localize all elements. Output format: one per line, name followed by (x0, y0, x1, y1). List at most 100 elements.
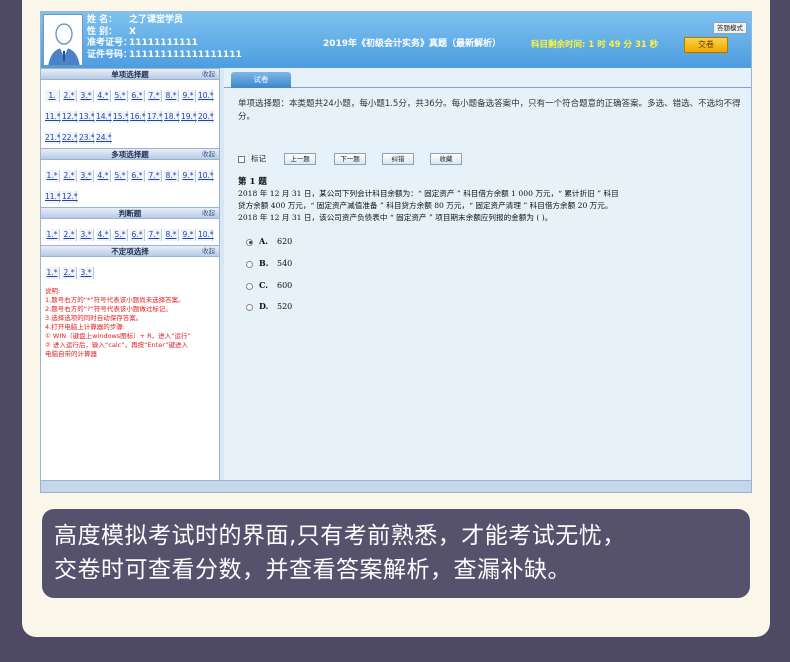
question-link[interactable]: 20.* (198, 111, 214, 123)
instruction-line: 3.选择选项的同时自动保存答案。 (45, 314, 143, 322)
question-link[interactable]: 5.* (113, 90, 128, 102)
question-grid: 1.* 2.* 3.* (41, 257, 219, 283)
section-header: 单项选择题 收起 (41, 68, 219, 80)
candidate-info: 姓 名： 之了课堂学员 性 别： X 准考证号：11111111111 证件号码：1… (87, 15, 242, 61)
question-link[interactable]: 10.* (198, 229, 214, 241)
question-link[interactable]: 3.* (79, 267, 94, 279)
candidate-avatar (43, 14, 83, 66)
question-link[interactable]: 2.* (62, 229, 77, 241)
option-radio[interactable] (246, 282, 253, 290)
question-link[interactable]: 7.* (147, 170, 162, 182)
question-link[interactable]: 1.* (45, 170, 60, 182)
name-label: 姓 名： (87, 15, 118, 25)
question-link[interactable]: 2.* (62, 267, 77, 279)
section-title: 判断题 (118, 209, 142, 218)
question-link[interactable]: 9.* (181, 90, 196, 102)
question-grid: 1. 2.* 3.* 4.* 5.* 6.* 7.* 8.* 9.* 10.* 11.*12.*13… (41, 80, 219, 148)
question-link[interactable]: 1. (45, 90, 60, 102)
question-line: 贷方余额 400 万元，“ 固定资产减值准备 ” 科目贷方余额 80 万元，“ … (238, 201, 613, 210)
exam-header: 姓 名： 之了课堂学员 性 别： X 准考证号：11111111111 证件号码：1… (41, 12, 751, 68)
question-navigator: 单项选择题 收起 1. 2.* 3.* 4.* 5.* 6.* 7.* 8.* 9.* 10.*11.… (41, 68, 220, 480)
question-link[interactable]: 4.* (96, 90, 111, 102)
question-link[interactable]: 5.* (113, 170, 128, 182)
collapse-button[interactable]: 收起 (202, 149, 215, 160)
question-link[interactable]: 3.* (79, 90, 94, 102)
question-link[interactable]: 10.* (198, 170, 214, 182)
exam-title: 2019年《初级会计实务》真题（最新解析） (323, 39, 502, 49)
question-link[interactable]: 12.* (62, 191, 78, 203)
favorite-button[interactable]: 收藏 (430, 153, 462, 165)
instruction-line: ① WIN（键盘上windows图标）+ R，进入“运行” (45, 332, 191, 340)
question-link[interactable]: 19.* (181, 111, 197, 123)
instruction-line: 2.题号右方的“?”符号代表该小题做过标记。 (45, 305, 172, 313)
name-value: 之了课堂学员 (129, 15, 184, 25)
submit-exam-button[interactable]: 交卷 (684, 37, 728, 53)
question-link[interactable]: 21.* (45, 132, 61, 144)
question-link[interactable]: 7.* (147, 229, 162, 241)
section-title: 多项选择题 (111, 150, 149, 159)
option-radio[interactable] (246, 238, 253, 246)
question-link[interactable]: 14.* (96, 111, 112, 123)
question-link[interactable]: 8.* (164, 229, 179, 241)
question-link[interactable]: 7.* (147, 90, 162, 102)
question-link[interactable]: 6.* (130, 90, 145, 102)
section-header: 多项选择题 收起 (41, 148, 219, 160)
question-link[interactable]: 16.* (130, 111, 146, 123)
question-link[interactable]: 4.* (96, 229, 111, 241)
question-link[interactable]: 22.* (62, 132, 78, 144)
question-link[interactable]: 12.* (62, 111, 78, 123)
exam-window: 姓 名： 之了课堂学员 性 别： X 准考证号：11111111111 证件号码：1… (40, 11, 752, 493)
question-link[interactable]: 10.* (198, 90, 214, 102)
status-bar (41, 480, 751, 492)
question-link[interactable]: 2.* (62, 170, 77, 182)
question-link[interactable]: 2.* (62, 90, 77, 102)
question-link[interactable]: 3.* (79, 170, 94, 182)
collapse-button[interactable]: 收起 (202, 69, 215, 80)
question-link[interactable]: 6.* (130, 170, 145, 182)
answer-option[interactable]: B. 540 (246, 258, 292, 268)
question-link[interactable]: 17.* (147, 111, 163, 123)
caption-line-1: 高度模拟考试时的界面,只有考前熟悉，才能考试无忧， (54, 523, 626, 549)
question-link[interactable]: 11.* (45, 111, 61, 123)
collapse-button[interactable]: 收起 (202, 208, 215, 219)
question-link[interactable]: 9.* (181, 229, 196, 241)
question-link[interactable]: 1.* (45, 267, 60, 279)
option-radio[interactable] (246, 303, 253, 311)
question-link[interactable]: 9.* (181, 170, 196, 182)
admission-label: 准考证号： (87, 38, 133, 48)
next-question-button[interactable]: 下一题 (334, 153, 366, 165)
question-link[interactable]: 13.* (79, 111, 95, 123)
tab-paper[interactable]: 试卷 (231, 72, 291, 88)
answer-mode-button[interactable]: 答题模式 (713, 22, 747, 34)
question-link[interactable]: 8.* (164, 170, 179, 182)
answer-option[interactable]: C. 600 (246, 280, 292, 290)
question-link[interactable]: 6.* (130, 229, 145, 241)
timer-label: 科目剩余时间: (531, 40, 586, 50)
option-value: 620 (277, 237, 293, 246)
question-link[interactable]: 15.* (113, 111, 129, 123)
report-error-button[interactable]: 纠错 (382, 153, 414, 165)
question-grid: 1.* 2.* 3.* 4.* 5.* 6.* 7.* 8.* 9.* 10.* (41, 219, 219, 245)
question-link[interactable]: 11.* (45, 191, 61, 203)
question-link[interactable]: 24.* (96, 132, 112, 144)
option-radio[interactable] (246, 260, 253, 268)
answer-option[interactable]: D. 520 (246, 301, 292, 311)
answer-option[interactable]: A. 620 (246, 236, 292, 246)
gender-value: X (129, 26, 136, 37)
option-letter: B. (259, 258, 269, 268)
instruction-line: ② 进入运行后，输入“calc”，再按“Enter”键进入 (45, 341, 189, 349)
question-line: 2018 年 12 月 31 日，该公司资产负债表中 “ 固定资产 ” 项目期末… (238, 213, 553, 222)
question-grid: 1.* 2.* 3.* 4.* 5.* 6.* 7.* 8.* 9.* 10.* 11.*12.* (41, 160, 219, 207)
question-link[interactable]: 5.* (113, 229, 128, 241)
question-link[interactable]: 3.* (79, 229, 94, 241)
question-link[interactable]: 1.* (45, 229, 60, 241)
question-link[interactable]: 8.* (164, 90, 179, 102)
question-link[interactable]: 23.* (79, 132, 95, 144)
mark-checkbox[interactable] (238, 155, 245, 163)
prev-question-button[interactable]: 上一题 (284, 153, 316, 165)
tab-bar: 试卷 (224, 68, 751, 88)
collapse-button[interactable]: 收起 (202, 246, 215, 257)
question-link[interactable]: 18.* (164, 111, 180, 123)
question-link[interactable]: 4.* (96, 170, 111, 182)
person-icon (44, 15, 82, 65)
